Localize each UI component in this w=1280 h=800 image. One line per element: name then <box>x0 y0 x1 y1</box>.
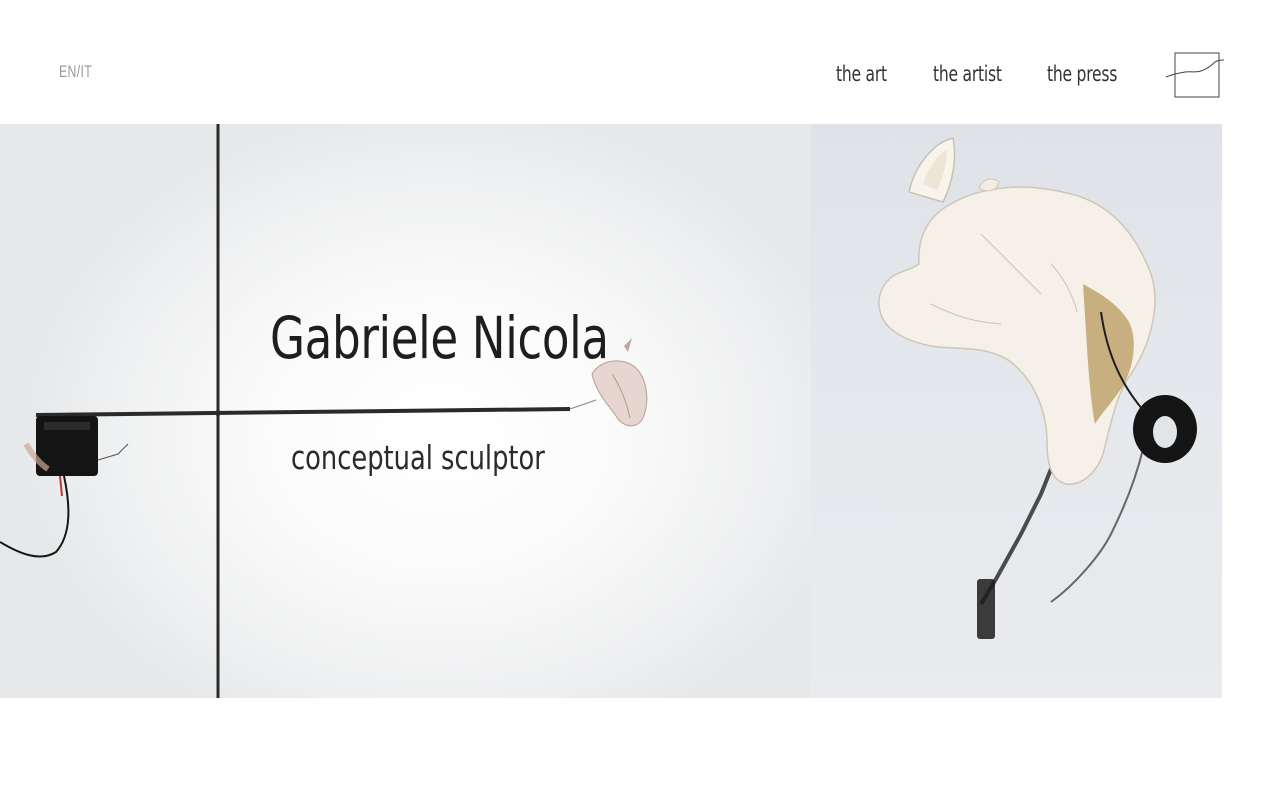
hero-banner: Gabriele Nicola conceptual sculptor <box>0 124 1222 698</box>
logo-icon[interactable] <box>1165 52 1225 100</box>
artist-role-subtitle: conceptual sculptor <box>291 438 545 477</box>
nav-link-the-art[interactable]: the art <box>836 62 887 86</box>
nav-link-the-press[interactable]: the press <box>1047 62 1117 86</box>
main-navigation: the art the artist the press <box>836 62 1136 92</box>
sculpture-artwork <box>0 124 1197 698</box>
nav-link-the-artist[interactable]: the artist <box>933 62 1002 86</box>
language-switch[interactable]: EN/IT <box>59 62 92 82</box>
artist-name-title: Gabriele Nicola <box>270 304 609 372</box>
